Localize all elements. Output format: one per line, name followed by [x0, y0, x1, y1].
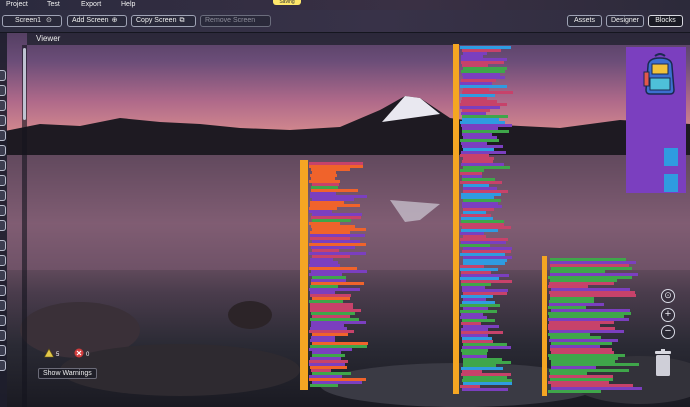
backpack-icon[interactable]: [638, 52, 682, 96]
palette-tab[interactable]: [0, 130, 6, 141]
menu-bar: Project Test Export Help Saving: [0, 0, 690, 10]
palette-tab[interactable]: [0, 115, 6, 126]
blocks-button[interactable]: Blocks: [648, 15, 683, 27]
palette-tab[interactable]: [0, 205, 6, 216]
zoom-in-button[interactable]: +: [661, 308, 675, 322]
error-count: 0: [86, 352, 90, 358]
recenter-button[interactable]: ⊙: [661, 289, 675, 303]
palette-tab[interactable]: [0, 85, 6, 96]
assets-button[interactable]: Assets: [567, 15, 602, 27]
palette-tab[interactable]: [0, 300, 6, 311]
menu-project[interactable]: Project: [6, 0, 28, 9]
block-stack[interactable]: [300, 160, 368, 390]
show-warnings-button[interactable]: Show Warnings: [38, 368, 97, 379]
viewer-header: Viewer: [27, 33, 690, 45]
palette-tab[interactable]: [0, 70, 6, 81]
component-block[interactable]: [664, 174, 678, 192]
code-block[interactable]: [310, 384, 338, 387]
remove-screen-label: Remove Screen: [205, 17, 256, 24]
palette-tab[interactable]: [0, 240, 6, 251]
block-stack[interactable]: [542, 256, 642, 396]
copy-screen-button[interactable]: Copy Screen ⧉: [131, 15, 196, 27]
palette-tab[interactable]: [0, 100, 6, 111]
event-block-spine: [542, 256, 547, 396]
palette-tab[interactable]: [0, 160, 6, 171]
add-screen-button[interactable]: Add Screen ⊕: [67, 15, 127, 27]
palette-tab[interactable]: [0, 360, 6, 371]
palette-tab[interactable]: [0, 330, 6, 341]
code-block[interactable]: [548, 390, 601, 393]
zoom-out-button[interactable]: −: [661, 325, 675, 339]
copy-icon: ⧉: [179, 17, 185, 24]
copy-screen-label: Copy Screen: [136, 17, 177, 24]
scrollbar-thumb[interactable]: [23, 48, 26, 120]
blocks-label: Blocks: [655, 17, 676, 24]
palette-tab[interactable]: [0, 285, 6, 296]
palette-tab[interactable]: [0, 345, 6, 356]
block-palette: [0, 33, 7, 407]
menu-export[interactable]: Export: [81, 0, 101, 9]
palette-tab[interactable]: [0, 315, 6, 326]
screen-select[interactable]: Screen1 ⊙: [2, 15, 62, 27]
add-screen-label: Add Screen: [72, 17, 109, 24]
designer-button[interactable]: Designer: [606, 15, 644, 27]
designer-label: Designer: [611, 17, 640, 24]
viewer-label: Viewer: [36, 34, 61, 43]
saving-badge: Saving: [273, 0, 301, 5]
error-icon: [74, 348, 84, 358]
toolbar: Screen1 ⊙ Add Screen ⊕ Copy Screen ⧉ Remov…: [0, 10, 690, 33]
assets-label: Assets: [573, 17, 595, 24]
screen-select-label: Screen1: [15, 17, 42, 24]
event-block-spine: [453, 44, 459, 394]
menu-test[interactable]: Test: [47, 0, 60, 9]
palette-tab[interactable]: [0, 175, 6, 186]
palette-tab[interactable]: [0, 145, 6, 156]
palette-tab[interactable]: [0, 190, 6, 201]
component-block[interactable]: [664, 148, 678, 166]
trash-icon[interactable]: [654, 349, 672, 377]
screen-dropdown-icon: ⊙: [46, 17, 52, 24]
palette-tab[interactable]: [0, 255, 6, 266]
menu-help[interactable]: Help: [121, 0, 135, 9]
remove-screen-button[interactable]: Remove Screen: [200, 15, 271, 27]
block-stack[interactable]: [453, 44, 513, 394]
code-block[interactable]: [462, 388, 508, 391]
add-icon: ⊕: [111, 17, 118, 24]
event-block-spine: [300, 160, 308, 390]
palette-tab[interactable]: [0, 220, 6, 231]
palette-tab[interactable]: [0, 270, 6, 281]
warning-count: 5: [56, 352, 60, 358]
warning-icon: [44, 348, 54, 358]
